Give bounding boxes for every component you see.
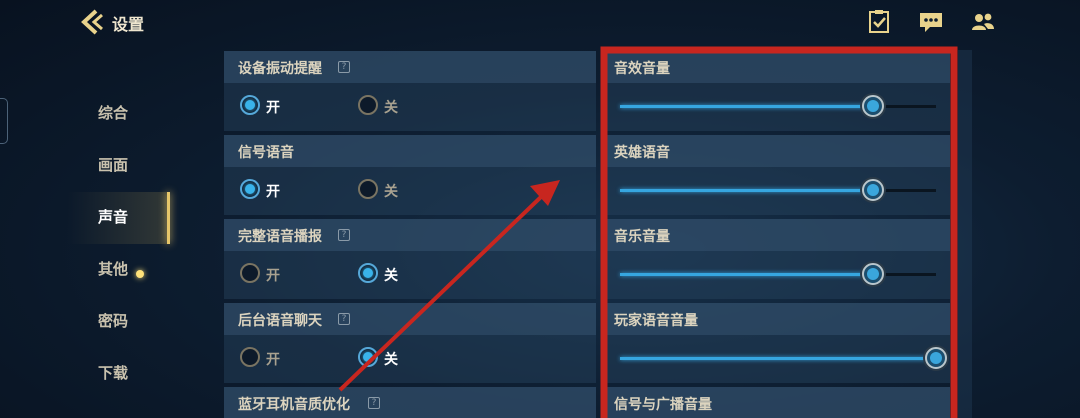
option-on-label[interactable]: 开	[266, 349, 280, 369]
option-on-label[interactable]: 开	[266, 97, 280, 117]
active-indicator	[167, 192, 170, 244]
radio-on[interactable]	[240, 179, 260, 199]
option-off-label[interactable]: 关	[384, 97, 398, 117]
volume-label: 信号与广播音量	[614, 397, 712, 413]
nav-item-other[interactable]: 其他	[0, 244, 170, 296]
setting-label: 设备振动提醒	[238, 61, 322, 77]
nav-item-sound[interactable]: 声音	[0, 192, 170, 244]
nav-item-label: 画面	[98, 156, 129, 174]
help-icon[interactable]: ?	[338, 229, 350, 241]
nav-item-graphics[interactable]: 画面	[0, 140, 170, 192]
radio-off[interactable]	[358, 347, 378, 367]
setting-bluetooth-quality: 蓝牙耳机音质优化 ?	[224, 387, 596, 418]
slider-fill	[620, 105, 873, 108]
volume-player-voice: 玩家语音音量	[604, 303, 950, 383]
volume-slider[interactable]	[620, 263, 936, 285]
option-on-label[interactable]: 开	[266, 181, 280, 201]
nav-item-label: 下载	[98, 364, 129, 382]
slider-fill	[620, 189, 873, 192]
volume-slider[interactable]	[620, 347, 947, 369]
top-bar: 设置	[0, 0, 1080, 46]
slider-knob[interactable]	[861, 179, 884, 201]
nav-item-general[interactable]: 综合	[0, 88, 170, 140]
volume-sfx: 音效音量	[604, 51, 950, 131]
setting-label: 蓝牙耳机音质优化	[238, 397, 350, 413]
nav-item-label: 密码	[98, 312, 129, 330]
page-title: 设置	[112, 15, 145, 34]
option-off-label[interactable]: 关	[384, 349, 398, 369]
slider-fill	[620, 357, 936, 360]
setting-label: 后台语音聊天	[238, 313, 322, 329]
nav-item-label: 其他	[98, 260, 129, 278]
friends-icon[interactable]	[970, 10, 996, 34]
radio-on[interactable]	[240, 347, 260, 367]
setting-signal-voice: 信号语音 开 关	[224, 135, 596, 215]
volume-label: 玩家语音音量	[614, 313, 698, 329]
slider-knob[interactable]	[861, 263, 884, 285]
setting-label: 完整语音播报	[238, 229, 322, 245]
nav-item-label: 声音	[98, 208, 129, 226]
volume-slider[interactable]	[620, 95, 936, 117]
nav-item-download[interactable]: 下载	[0, 348, 170, 400]
notification-dot	[136, 270, 144, 278]
scroll-edge	[958, 50, 972, 418]
radio-off[interactable]	[358, 95, 378, 115]
radio-on[interactable]	[240, 263, 260, 283]
slider-knob[interactable]	[861, 95, 884, 117]
radio-on[interactable]	[240, 95, 260, 115]
radio-off[interactable]	[358, 263, 378, 283]
setting-label: 信号语音	[238, 145, 294, 161]
slider-fill	[620, 273, 873, 276]
help-icon[interactable]: ?	[338, 313, 350, 325]
volume-label: 音乐音量	[614, 229, 670, 245]
chat-bubble-icon[interactable]	[918, 10, 944, 34]
setting-full-voice-broadcast: 完整语音播报 ? 开 关	[224, 219, 596, 299]
back-arrow-icon[interactable]	[80, 9, 106, 35]
volume-label: 英雄语音	[614, 145, 670, 161]
volume-label: 音效音量	[614, 61, 670, 77]
volume-hero-voice: 英雄语音	[604, 135, 950, 215]
task-list-icon[interactable]	[866, 10, 892, 34]
volume-signal-broadcast: 信号与广播音量	[604, 387, 950, 418]
setting-device-vibration: 设备振动提醒 ? 开 关	[224, 51, 596, 131]
slider-knob[interactable]	[925, 347, 947, 369]
option-off-label[interactable]: 关	[384, 265, 398, 285]
volume-music: 音乐音量	[604, 219, 950, 299]
help-icon[interactable]: ?	[368, 397, 380, 409]
help-icon[interactable]: ?	[338, 61, 350, 73]
volume-slider[interactable]	[620, 179, 936, 201]
setting-background-voice-chat: 后台语音聊天 ? 开 关	[224, 303, 596, 383]
nav-item-label: 综合	[98, 104, 129, 122]
option-on-label[interactable]: 开	[266, 265, 280, 285]
option-off-label[interactable]: 关	[384, 181, 398, 201]
nav-item-password[interactable]: 密码	[0, 296, 170, 348]
radio-off[interactable]	[358, 179, 378, 199]
